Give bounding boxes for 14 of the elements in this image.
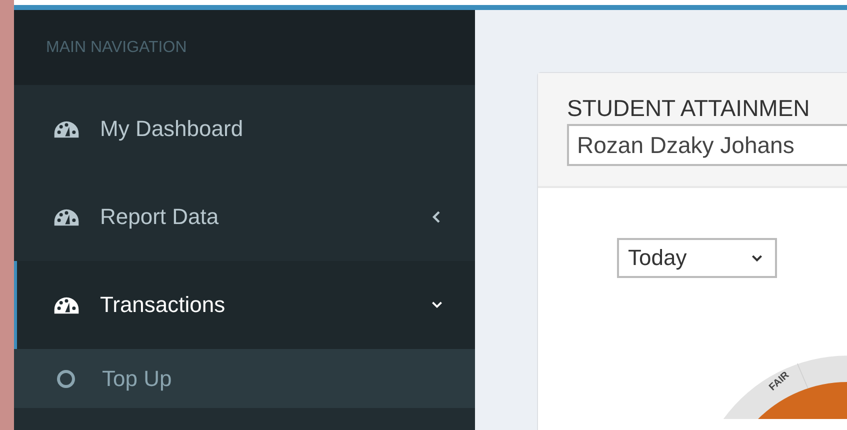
circle-icon xyxy=(56,368,76,388)
gauge-icon xyxy=(53,296,80,314)
nav-header: MAIN NAVIGATION xyxy=(46,38,187,56)
chevron-left-icon xyxy=(431,210,443,224)
sidebar-item[interactable]: Report Data xyxy=(14,173,475,261)
card-title: STUDENT ATTAINMEN xyxy=(567,95,811,122)
student-name-field[interactable]: Rozan Dzaky Johans xyxy=(567,124,847,166)
submenu-item[interactable]: Top Up xyxy=(14,349,475,408)
gauge-icon xyxy=(53,208,80,226)
chevron-down-icon xyxy=(751,254,763,262)
sidebar-item[interactable]: My Dashboard xyxy=(14,85,475,173)
gauge-icon xyxy=(53,120,80,138)
sidebar-item[interactable]: Transactions xyxy=(14,261,475,349)
period-select[interactable]: Today xyxy=(617,238,777,278)
